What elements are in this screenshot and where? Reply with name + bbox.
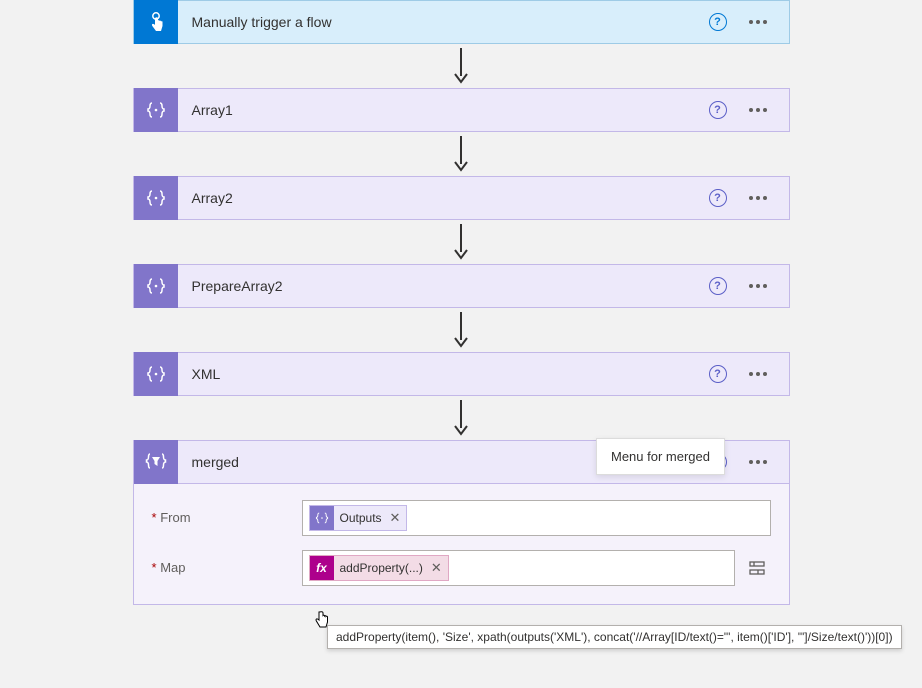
- remove-token-icon[interactable]: ✕: [431, 560, 442, 576]
- step-xml[interactable]: XML ?: [133, 352, 790, 396]
- step-actions: ?: [709, 101, 789, 119]
- more-icon[interactable]: [745, 16, 771, 28]
- connector-arrow: [451, 396, 471, 440]
- braces-icon: [134, 88, 178, 132]
- step-preparearray2[interactable]: PrepareArray2 ?: [133, 264, 790, 308]
- more-icon[interactable]: [745, 280, 771, 292]
- field-label-from: * From: [152, 500, 302, 525]
- flow-canvas: Manually trigger a flow ? Array1 ? Array…: [0, 0, 922, 605]
- token-label: Outputs: [340, 511, 382, 525]
- braces-icon: [134, 264, 178, 308]
- step-actions: ?: [709, 277, 789, 295]
- field-row-map: * Map fx addProperty(...) ✕: [152, 550, 771, 586]
- more-icon[interactable]: [745, 192, 771, 204]
- tooltip-expression: addProperty(item(), 'Size', xpath(output…: [327, 625, 902, 649]
- connector-arrow: [451, 44, 471, 88]
- step-merged-body: * From Outputs ✕ * Map fx ad: [133, 484, 790, 605]
- map-input[interactable]: fx addProperty(...) ✕: [302, 550, 735, 586]
- switch-mode-button[interactable]: [743, 550, 771, 586]
- token-outputs[interactable]: Outputs ✕: [309, 505, 408, 531]
- help-icon[interactable]: ?: [709, 189, 727, 207]
- from-input[interactable]: Outputs ✕: [302, 500, 771, 536]
- help-icon[interactable]: ?: [709, 13, 727, 31]
- more-icon[interactable]: [745, 368, 771, 380]
- field-label-map: * Map: [152, 550, 302, 575]
- step-array2[interactable]: Array2 ?: [133, 176, 790, 220]
- more-icon[interactable]: [745, 104, 771, 116]
- step-title: PrepareArray2: [178, 278, 709, 294]
- token-addproperty[interactable]: fx addProperty(...) ✕: [309, 555, 449, 581]
- step-title: XML: [178, 366, 709, 382]
- help-icon[interactable]: ?: [709, 277, 727, 295]
- braces-icon: [134, 176, 178, 220]
- step-actions: ?: [709, 13, 789, 31]
- connector-arrow: [451, 308, 471, 352]
- braces-icon: [310, 506, 334, 530]
- more-icon[interactable]: [745, 456, 771, 468]
- fx-icon: fx: [310, 556, 334, 580]
- connector-arrow: [451, 220, 471, 264]
- connector-arrow: [451, 132, 471, 176]
- step-actions: ?: [709, 189, 789, 207]
- step-trigger[interactable]: Manually trigger a flow ?: [133, 0, 790, 44]
- step-title: Array1: [178, 102, 709, 118]
- step-title: Array2: [178, 190, 709, 206]
- step-title: Manually trigger a flow: [178, 14, 709, 30]
- touch-icon: [134, 0, 178, 44]
- step-actions: ?: [709, 365, 789, 383]
- filter-braces-icon: [134, 440, 178, 484]
- help-icon[interactable]: ?: [709, 365, 727, 383]
- braces-icon: [134, 352, 178, 396]
- help-icon[interactable]: ?: [709, 101, 727, 119]
- remove-token-icon[interactable]: ✕: [390, 510, 401, 526]
- step-array1[interactable]: Array1 ?: [133, 88, 790, 132]
- tooltip-menu: Menu for merged: [596, 438, 725, 475]
- field-row-from: * From Outputs ✕: [152, 500, 771, 536]
- token-label: addProperty(...): [340, 561, 423, 575]
